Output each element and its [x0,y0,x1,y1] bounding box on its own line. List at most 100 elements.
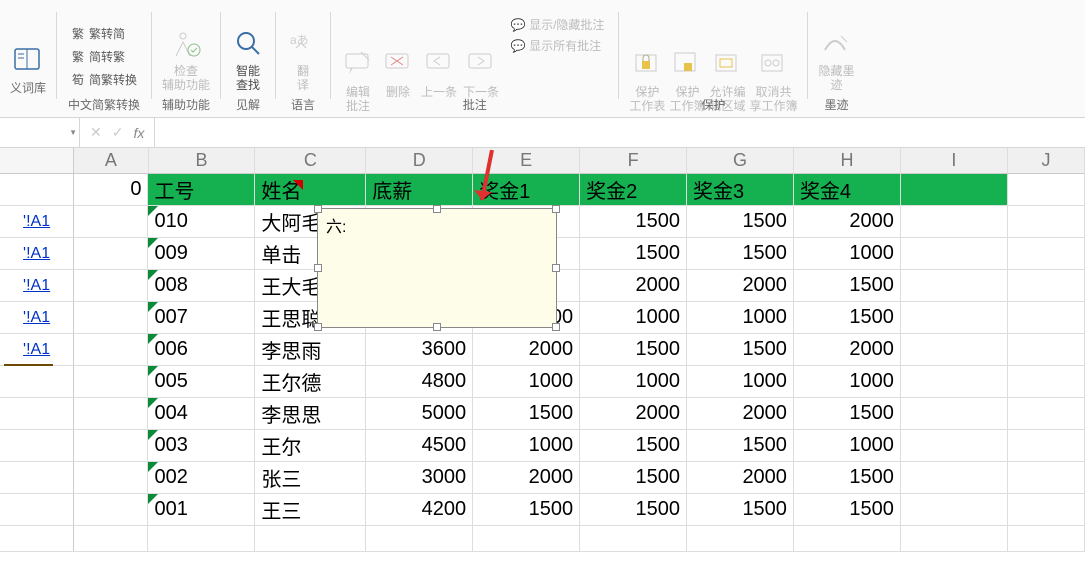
row-header[interactable] [0,526,74,551]
cell[interactable] [901,398,1008,429]
cell[interactable]: 4200 [366,494,473,525]
cell[interactable] [1008,430,1085,461]
cell[interactable]: 1500 [473,494,580,525]
simp-to-trad-button[interactable]: 繁简转繁 [67,46,141,67]
cell[interactable]: 王尔德 [255,366,366,397]
cell[interactable]: 王尔 [255,430,366,461]
col-header-b[interactable]: B [149,148,256,173]
cell[interactable]: 奖金4 [794,174,901,205]
cell[interactable]: 2000 [794,206,901,237]
cell[interactable]: 008 [148,270,255,301]
row-header[interactable] [0,398,74,429]
cell[interactable]: 1500 [473,398,580,429]
cell[interactable] [901,526,1008,551]
cell[interactable]: 3600 [366,334,473,365]
cell[interactable] [580,526,687,551]
cell[interactable]: 2000 [687,398,794,429]
cancel-icon[interactable]: ✕ [90,124,102,141]
smart-lookup-button[interactable]: 智能 查找 [231,26,265,92]
cell[interactable]: 1500 [794,462,901,493]
cell[interactable] [74,238,148,269]
cell[interactable] [901,302,1008,333]
cell[interactable] [1008,302,1085,333]
cell[interactable]: 1000 [473,430,580,461]
row-header[interactable] [0,494,74,525]
col-header-f[interactable]: F [580,148,687,173]
show-hide-comment-button[interactable]: 💬显示/隐藏批注 [507,14,608,35]
cell[interactable]: 1000 [473,366,580,397]
trad-to-simp-button[interactable]: 繁繁转简 [67,23,141,44]
cell[interactable]: 1500 [580,206,687,237]
col-header-a[interactable]: A [74,148,148,173]
cell[interactable] [1008,366,1085,397]
thesaurus-button[interactable]: 义词库 [10,43,46,95]
cell[interactable] [687,526,794,551]
cell[interactable] [1008,174,1085,205]
cell[interactable] [1008,526,1085,551]
cell[interactable] [74,462,148,493]
confirm-icon[interactable]: ✓ [112,124,124,141]
row-header[interactable] [0,366,74,397]
cell[interactable]: 李思雨 [255,334,366,365]
cell[interactable]: 2000 [794,334,901,365]
cell[interactable]: 4500 [366,430,473,461]
cell[interactable]: 1500 [580,494,687,525]
col-header-d[interactable]: D [366,148,473,173]
check-accessibility-button[interactable]: 检查 辅助功能 [162,26,210,92]
cell[interactable] [74,494,148,525]
cell[interactable]: 2000 [580,270,687,301]
cell[interactable]: 005 [148,366,255,397]
cell[interactable] [901,430,1008,461]
cell[interactable]: 2000 [473,334,580,365]
cell[interactable] [1008,494,1085,525]
cell[interactable] [74,334,148,365]
cell[interactable] [1008,334,1085,365]
cell[interactable] [473,526,580,551]
cell[interactable]: 1500 [580,430,687,461]
cell[interactable] [366,526,473,551]
cell[interactable] [1008,270,1085,301]
cell[interactable]: 1500 [794,398,901,429]
col-header-h[interactable]: H [794,148,901,173]
cell[interactable]: 1000 [794,366,901,397]
cell[interactable]: 009 [148,238,255,269]
cell[interactable] [1008,206,1085,237]
cell[interactable]: 李思思 [255,398,366,429]
select-all-corner[interactable] [0,148,74,173]
cell[interactable] [74,206,148,237]
cell[interactable]: 2000 [580,398,687,429]
cell[interactable]: 1500 [580,462,687,493]
cell[interactable]: 3000 [366,462,473,493]
cell[interactable]: 004 [148,398,255,429]
cell[interactable]: 1000 [580,302,687,333]
cell[interactable] [1008,462,1085,493]
cell[interactable]: 4800 [366,366,473,397]
cell[interactable]: 1000 [687,302,794,333]
cell[interactable]: 1500 [794,302,901,333]
cell[interactable]: 姓名 [255,174,366,205]
cell[interactable]: 010 [148,206,255,237]
cell[interactable] [74,398,148,429]
cell[interactable] [255,526,366,551]
row-header[interactable]: '!A1 [0,334,74,365]
comment-box[interactable]: 六: [317,208,557,328]
name-box[interactable]: ▼ [0,118,80,147]
cell[interactable]: 1500 [687,238,794,269]
cell[interactable]: 001 [148,494,255,525]
cell[interactable]: 1000 [794,430,901,461]
cell[interactable]: 002 [148,462,255,493]
cell[interactable]: 5000 [366,398,473,429]
cell[interactable]: 张三 [255,462,366,493]
row-header[interactable]: '!A1 [0,302,74,333]
cell[interactable] [901,270,1008,301]
cell[interactable]: 2000 [687,462,794,493]
row-header[interactable]: '!A1 [0,270,74,301]
cell[interactable]: 底薪 [366,174,473,205]
cell[interactable] [901,494,1008,525]
row-header[interactable]: '!A1 [0,206,74,237]
cell[interactable]: 1500 [580,334,687,365]
col-header-c[interactable]: C [255,148,366,173]
cell[interactable] [901,238,1008,269]
cell[interactable] [74,270,148,301]
row-header[interactable] [0,174,74,205]
